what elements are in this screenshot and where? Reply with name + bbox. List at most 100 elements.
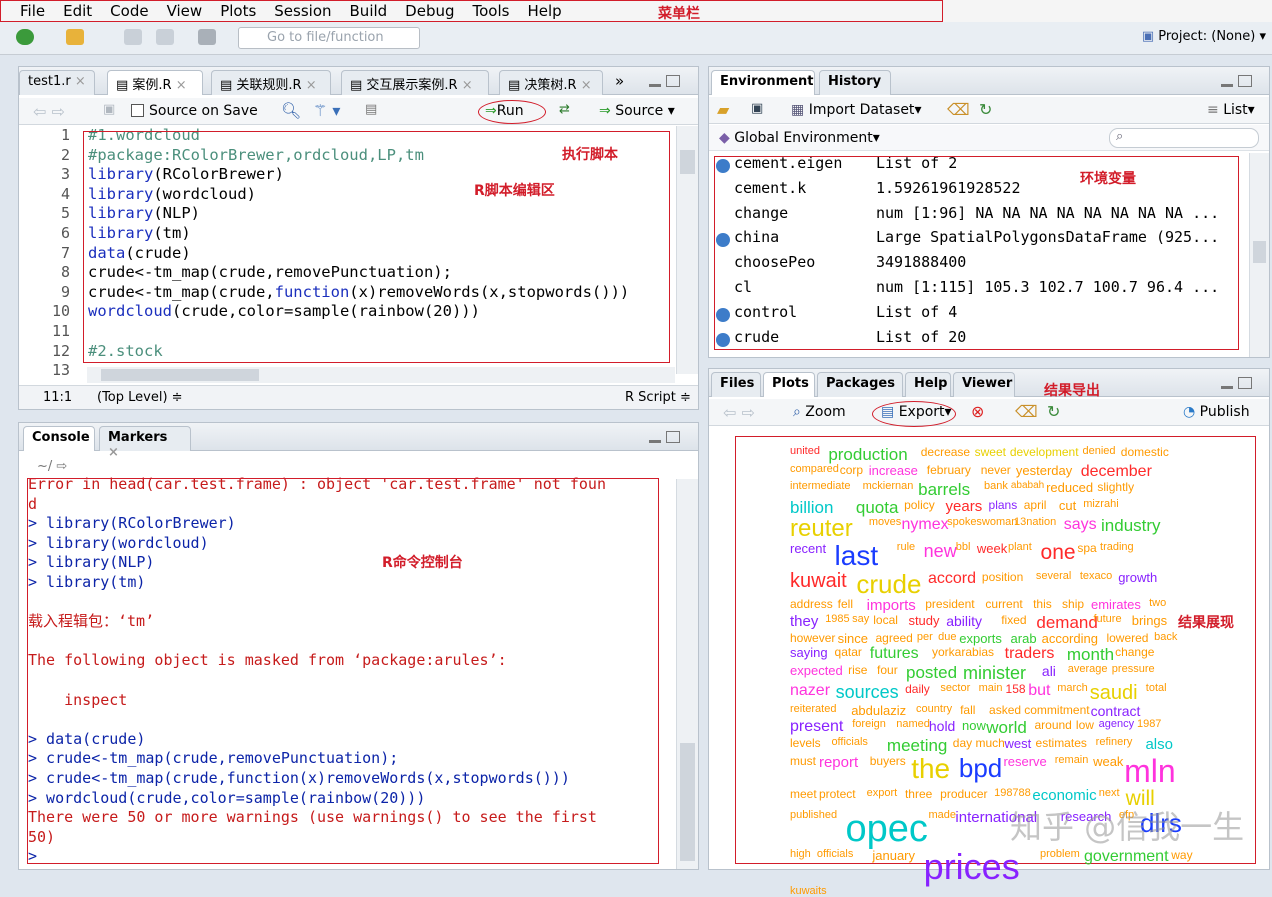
rerun-icon[interactable]: ⇄ — [559, 102, 570, 117]
broom-icon[interactable]: ⌫ — [1015, 402, 1038, 421]
tab-label: test1.r — [28, 74, 71, 89]
word-item: officials — [831, 736, 868, 748]
word-item: april — [1023, 498, 1047, 512]
env-search-input[interactable]: ⌕ — [1109, 128, 1259, 148]
tab-interactive[interactable]: ▤ 交互展示案例.R × — [341, 70, 489, 95]
word-item: policy — [904, 498, 935, 512]
broom-icon[interactable]: ⌫ — [947, 100, 970, 119]
tab-viewer[interactable]: Viewer — [953, 372, 1015, 397]
word-item: yorkarabias — [932, 645, 995, 659]
source-on-save-label: Source on Save — [149, 103, 258, 119]
line-number: 4 — [60, 184, 70, 203]
word-item: meeting — [886, 736, 948, 755]
source-on-save-checkbox[interactable] — [131, 104, 144, 117]
editor-hscroll[interactable] — [87, 367, 675, 383]
remove-plot-icon[interactable]: ⊗ — [971, 402, 984, 421]
scope-selector[interactable]: ◆ Global Environment▾ — [719, 130, 880, 146]
watermark: 知乎 @信我一生 — [1010, 808, 1245, 846]
back-icon[interactable]: ⇦ ⇨ — [33, 102, 65, 121]
source-button[interactable]: ⇒ Source ▾ — [599, 103, 675, 119]
console-minmax-icon[interactable] — [649, 431, 683, 444]
word-item: opec — [845, 808, 928, 850]
zoom-button[interactable]: ⌕ Zoom — [793, 404, 846, 420]
word-item: 198788 — [994, 787, 1031, 799]
word-item: agency — [1098, 718, 1135, 730]
back-icon[interactable]: ⇦ ⇨ — [723, 403, 755, 422]
tab-files[interactable]: Files — [711, 372, 761, 397]
new-file-icon[interactable] — [16, 29, 34, 45]
save-all-icon[interactable] — [156, 29, 174, 45]
magic-wand-icon[interactable]: ⚚ ▾ — [313, 101, 340, 120]
word-item: contract — [1090, 703, 1141, 719]
word-item: january — [872, 848, 915, 863]
line-number: 8 — [60, 263, 70, 282]
tab-label: 交互展示案例.R — [366, 78, 458, 93]
project-icon: ▣ — [1141, 29, 1159, 44]
import-dataset-button[interactable]: ▦ Import Dataset▾ — [791, 102, 921, 118]
word-item: the — [911, 753, 951, 784]
compile-icon[interactable]: ▤ — [365, 102, 377, 117]
menu-annotation-box — [0, 0, 943, 22]
refresh-icon[interactable]: ↻ — [1047, 402, 1060, 421]
word-item: now — [962, 718, 986, 733]
tab-plots[interactable]: Plots — [763, 372, 815, 397]
word-item: refinery — [1095, 736, 1133, 748]
plots-minmax-icon[interactable] — [1221, 377, 1255, 390]
word-item: mln — [1124, 753, 1176, 789]
word-item: posted — [906, 663, 958, 682]
word-item: decrease — [920, 445, 971, 459]
tab-environment[interactable]: Environment — [711, 70, 815, 95]
word-item: per — [916, 631, 933, 643]
word-item: country — [916, 703, 953, 715]
console-scrollbar[interactable] — [676, 479, 698, 869]
word-item: back — [1154, 631, 1178, 643]
env-minmax-icon[interactable] — [1221, 75, 1255, 88]
scope-selector[interactable]: (Top Level) ≑ — [97, 390, 183, 405]
env-scrollbar[interactable] — [1249, 153, 1269, 357]
word-item: emirates — [1091, 597, 1141, 612]
project-menu[interactable]: ▣ Project: (None) ▾ — [1142, 29, 1266, 44]
save-icon[interactable]: ▣ — [103, 102, 115, 117]
line-number: 3 — [60, 165, 70, 184]
tab-markers[interactable]: Markers × — [99, 426, 191, 460]
publish-button[interactable]: ◔ Publish — [1183, 404, 1250, 420]
word-item: never — [980, 463, 1011, 477]
word-item: exports — [959, 631, 1002, 646]
word-item: estimates — [1035, 736, 1087, 750]
line-number: 2 — [60, 145, 70, 164]
tab-case[interactable]: ▤ 案例.R × — [107, 70, 203, 95]
search-icon[interactable]: 🔍︎ — [281, 101, 301, 120]
tab-packages[interactable]: Packages — [817, 372, 903, 397]
word-item: years — [945, 498, 983, 515]
print-icon[interactable] — [198, 29, 216, 45]
more-tabs-icon[interactable]: » — [615, 72, 624, 90]
tab-help[interactable]: Help — [905, 372, 951, 397]
save-workspace-icon[interactable]: ▣ — [751, 101, 763, 116]
word-item: government — [1084, 848, 1169, 865]
tab-history[interactable]: History — [819, 70, 891, 95]
tab-tree[interactable]: ▤ 决策树.R × — [499, 70, 603, 95]
word-item: mizrahi — [1083, 498, 1119, 510]
word-item: agreed — [875, 631, 913, 645]
console-annotation: R命令控制台 — [382, 555, 463, 571]
goto-dir-icon[interactable]: ⇨ — [56, 459, 67, 474]
word-item: new — [923, 541, 957, 561]
list-view-button[interactable]: ≡ List▾ — [1207, 102, 1255, 118]
plots-tabbar: Files Plots Packages Help Viewer — [709, 369, 1269, 397]
goto-file-input[interactable]: Go to file/function — [238, 27, 420, 49]
open-folder-icon[interactable] — [66, 29, 84, 45]
export-annotation: 结果导出 — [1044, 383, 1100, 399]
tab-console[interactable]: Console — [23, 426, 95, 451]
word-item: futures — [869, 645, 919, 662]
word-item: abdulaziz — [851, 703, 907, 718]
editor-scrollbar[interactable] — [676, 126, 698, 374]
word-item: say — [852, 613, 870, 625]
editor-minmax-icon[interactable] — [649, 75, 683, 88]
refresh-icon[interactable]: ↻ — [979, 100, 992, 119]
word-item: ali — [1041, 663, 1056, 679]
load-workspace-icon[interactable]: ▰ — [717, 100, 729, 119]
file-type-selector[interactable]: R Script ≑ — [625, 390, 691, 405]
save-icon[interactable] — [124, 29, 142, 45]
tab-test1[interactable]: test1.r × — [19, 70, 95, 95]
tab-rules[interactable]: ▤ 关联规则.R × — [211, 70, 331, 95]
